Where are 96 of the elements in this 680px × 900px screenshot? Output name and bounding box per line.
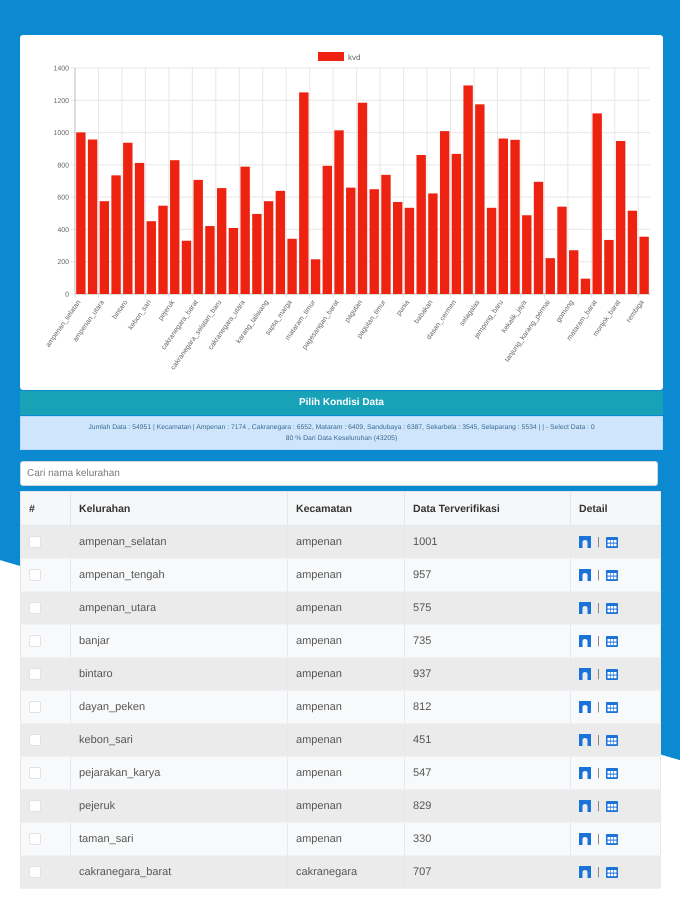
bar xyxy=(569,250,578,294)
table-cell: 937 xyxy=(404,658,570,691)
table-cell: 451 xyxy=(404,724,570,757)
table-cell: banjar xyxy=(70,624,288,658)
checkbox[interactable] xyxy=(29,668,41,680)
table-cell: 575 xyxy=(404,592,570,625)
table-cell: 707 xyxy=(404,856,570,889)
bar xyxy=(182,240,192,294)
arch-icon[interactable] xyxy=(579,866,591,878)
bar xyxy=(639,236,649,294)
column-header: Detail xyxy=(570,492,660,526)
separator: | xyxy=(597,668,600,680)
checkbox[interactable] xyxy=(29,866,41,878)
table-cell: ampenan xyxy=(288,756,404,790)
table-cell: 1001 xyxy=(404,526,570,559)
separator: | xyxy=(597,569,600,582)
separator: | xyxy=(597,767,600,780)
table-cell: bintaro xyxy=(70,658,288,691)
arch-icon[interactable] xyxy=(579,602,591,614)
table-cell: ampenan xyxy=(288,822,404,856)
separator: | xyxy=(597,800,600,812)
column-header: Kecamatan xyxy=(288,492,404,526)
legend-swatch-icon[interactable] xyxy=(318,52,344,61)
bar xyxy=(205,226,215,294)
table-icon[interactable] xyxy=(606,536,618,548)
bar xyxy=(287,238,297,294)
table-cell: ampenan xyxy=(288,526,404,559)
table-cell: ampenan xyxy=(288,658,404,691)
arch-icon[interactable] xyxy=(579,635,591,648)
column-header: Data Terverifikasi xyxy=(404,492,570,526)
checkbox[interactable] xyxy=(29,602,41,614)
separator: | xyxy=(597,866,600,878)
table-cell: 735 xyxy=(404,624,570,658)
table-cell: pejeruk xyxy=(70,790,288,823)
arch-icon[interactable] xyxy=(579,767,591,780)
checkbox[interactable] xyxy=(29,767,41,780)
table-cell: ampenan xyxy=(288,592,404,625)
table-icon[interactable] xyxy=(606,734,618,746)
arch-icon[interactable] xyxy=(579,668,591,680)
table-icon[interactable] xyxy=(606,702,618,713)
table-cell: pejarakan_karya xyxy=(70,756,288,790)
checkbox[interactable] xyxy=(29,800,41,812)
table-cell: ampenan xyxy=(288,624,404,658)
table-cell: cakranegara xyxy=(288,856,404,889)
separator: | xyxy=(597,734,600,746)
table-icon[interactable] xyxy=(606,602,618,614)
separator: | xyxy=(597,701,600,714)
table-cell: ampenan_utara xyxy=(70,592,288,625)
search-field[interactable]: Cari nama kelurahan xyxy=(20,461,658,486)
table-cell: ampenan xyxy=(288,724,404,757)
table-cell: 957 xyxy=(404,558,570,592)
checkbox[interactable] xyxy=(29,569,41,582)
checkbox[interactable] xyxy=(29,701,41,714)
arch-icon[interactable] xyxy=(579,734,591,746)
table-icon[interactable] xyxy=(606,668,618,680)
table-cell: ampenan xyxy=(288,790,404,823)
table-icon[interactable] xyxy=(606,866,618,878)
separator: | xyxy=(597,833,600,846)
separator: | xyxy=(597,602,600,614)
table-cell: ampenan_selatan xyxy=(70,526,288,559)
bar xyxy=(310,259,320,294)
panel-header: Pilih Kondisi Data xyxy=(20,391,663,415)
arch-icon[interactable] xyxy=(579,800,591,812)
separator: | xyxy=(597,635,600,648)
table-cell: kebon_sari xyxy=(70,724,288,757)
arch-icon[interactable] xyxy=(579,833,591,846)
table-cell: dayan_peken xyxy=(70,690,288,724)
table-icon[interactable] xyxy=(606,570,618,581)
column-header: Kelurahan xyxy=(70,492,288,526)
table-cell: 829 xyxy=(404,790,570,823)
table-cell: 812 xyxy=(404,690,570,724)
checkbox[interactable] xyxy=(29,833,41,846)
bar xyxy=(580,278,590,294)
column-header: # xyxy=(20,492,70,526)
table-cell: ampenan_tengah xyxy=(70,558,288,592)
arch-icon[interactable] xyxy=(579,701,591,714)
table-cell: ampenan xyxy=(288,558,404,592)
table-cell: cakranegara_barat xyxy=(70,856,288,889)
checkbox[interactable] xyxy=(29,635,41,648)
bar xyxy=(546,258,555,294)
table-icon[interactable] xyxy=(606,834,618,845)
table-icon[interactable] xyxy=(606,800,618,812)
table-cell: 547 xyxy=(404,756,570,790)
table-cell: 330 xyxy=(404,822,570,856)
separator: | xyxy=(597,536,600,548)
legend-label[interactable]: kvd xyxy=(348,53,360,62)
table-cell: taman_sari xyxy=(70,822,288,856)
checkbox[interactable] xyxy=(29,734,41,746)
table-cell: ampenan xyxy=(288,690,404,724)
checkbox[interactable] xyxy=(29,536,41,548)
bar xyxy=(228,228,238,294)
table-icon[interactable] xyxy=(606,768,618,779)
arch-icon[interactable] xyxy=(579,536,591,548)
bar xyxy=(604,240,614,294)
table-icon[interactable] xyxy=(606,636,618,647)
arch-icon[interactable] xyxy=(579,569,591,582)
